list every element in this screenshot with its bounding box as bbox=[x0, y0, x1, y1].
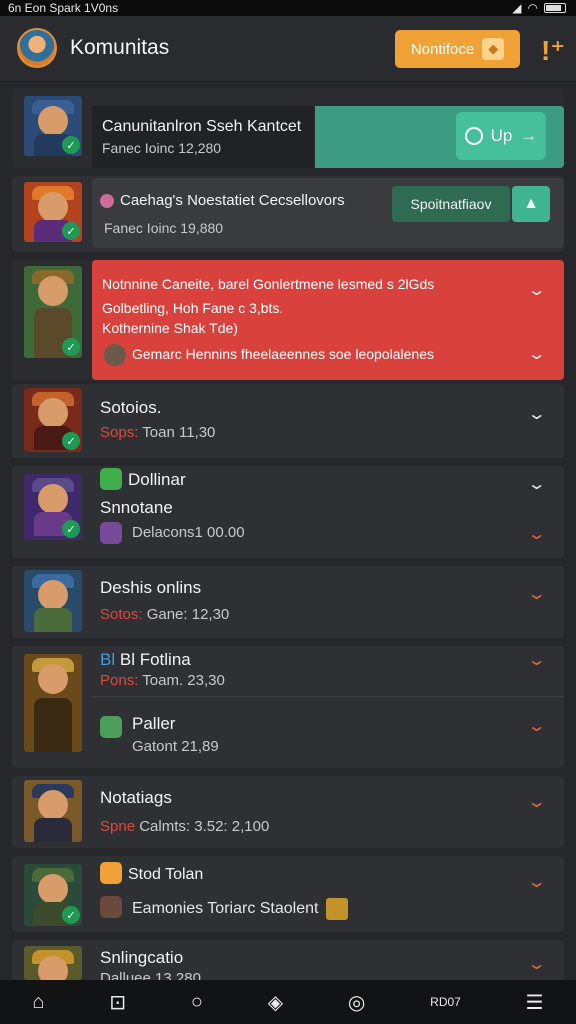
thumbnail-image bbox=[24, 780, 82, 842]
status-icons: ◢ ◠ bbox=[512, 1, 566, 15]
chevron-down-icon[interactable]: ⌄ bbox=[527, 280, 547, 300]
list-item[interactable]: Bl Bl Fotlina Pons: Toam. 23,30 Paller G… bbox=[12, 646, 564, 768]
home-icon[interactable]: ⌂ bbox=[32, 991, 44, 1014]
list-item[interactable]: Notatiags Spne Calmts: 3.52: 2,100 ⌄ bbox=[12, 776, 564, 848]
chevron-down-icon[interactable]: ⌄ bbox=[527, 792, 547, 812]
notifications-label: Nontifoce bbox=[410, 40, 475, 58]
item-subtitle: Sotos: Gane: 12,30 bbox=[100, 606, 230, 623]
chevron-down-icon[interactable]: ⌄ bbox=[527, 584, 547, 604]
status-text: 6n Eon Spark 1V0ns bbox=[8, 1, 119, 15]
tag-icon bbox=[100, 194, 114, 208]
alert-icon[interactable]: !⁺ bbox=[541, 34, 565, 67]
check-icon: ✓ bbox=[62, 906, 80, 924]
thumbnail-image bbox=[24, 654, 82, 752]
chevron-down-icon[interactable]: ⌄ bbox=[527, 650, 547, 670]
item-title: Stod Tolan bbox=[128, 866, 204, 883]
item-subtitle: Fanec Ioinc 19,880 bbox=[104, 220, 224, 236]
item-title-secondary: Paller bbox=[132, 714, 176, 733]
up-button[interactable]: Up → bbox=[456, 112, 546, 160]
item-line: Gemarc Hennins fheelaeennes soe leopolal… bbox=[132, 346, 434, 362]
thumbnail-image: ✓ bbox=[24, 266, 82, 358]
wifi-icon: ◠ bbox=[527, 1, 538, 15]
menu-icon[interactable]: ☰ bbox=[526, 990, 544, 1015]
alert-box-icon[interactable]: ⊡ bbox=[109, 990, 126, 1015]
app-header: Komunitas Nontifoce ◆ !⁺ bbox=[0, 16, 576, 82]
item-title: Dollinar bbox=[128, 470, 186, 489]
chevron-down-icon[interactable]: ⌄ bbox=[527, 404, 547, 424]
thumbnail-image: ✓ bbox=[24, 388, 82, 452]
item-line: Notnnine Caneite, barel Gonlertmene lesm… bbox=[102, 276, 435, 292]
item-line: Golbetling, Hoh Fane c 3,bts. bbox=[102, 300, 284, 316]
list-item[interactable]: ✓ Notnnine Caneite, barel Gonlertmene le… bbox=[12, 260, 564, 380]
list-item[interactable]: ✓ Stod Tolan Eamonies Toriarc Staolent ⌄ bbox=[12, 856, 564, 932]
list-item[interactable]: ✓ Caehag's Noestatiet Cecsellovors Fanec… bbox=[12, 176, 564, 252]
bell-icon: ◆ bbox=[482, 38, 505, 60]
item-line: Kothernine Shak Tde) bbox=[102, 320, 238, 336]
item-title: Canunitanlron Sseh Kantcet bbox=[102, 118, 302, 135]
game-icon bbox=[100, 468, 122, 490]
item-subtitle: Fanec Ioinc 12,280 bbox=[102, 140, 222, 156]
item-subtitle: Spne Calmts: 3.52: 2,100 bbox=[100, 818, 270, 835]
rank-label[interactable]: RD07 bbox=[430, 995, 461, 1009]
item-title-secondary: Snnotane bbox=[100, 498, 173, 517]
check-icon: ✓ bbox=[62, 520, 80, 538]
thumbnail-image: ✓ bbox=[24, 182, 82, 242]
coin-icon[interactable]: ◎ bbox=[348, 990, 365, 1015]
item-title: Sotoios. bbox=[100, 398, 162, 417]
chevron-down-icon[interactable]: ⌄ bbox=[527, 474, 547, 494]
item-subtitle: Delacons1 00.00 bbox=[132, 524, 245, 541]
check-icon: ✓ bbox=[62, 136, 80, 154]
badge-icon bbox=[326, 898, 348, 920]
up-label: Up bbox=[490, 126, 513, 145]
arrow-right-icon: → bbox=[520, 126, 538, 145]
item-subtitle-secondary: Gatont 21,89 bbox=[132, 738, 219, 755]
signal-icon: ◢ bbox=[512, 1, 522, 15]
list-item[interactable]: Deshis onlins Sotos: Gane: 12,30 ⌄ bbox=[12, 566, 564, 638]
item-title: Deshis onlins bbox=[100, 578, 202, 597]
thumbnail-image: ✓ bbox=[24, 96, 82, 156]
person-add-button[interactable]: ▲ bbox=[512, 186, 550, 222]
item-title: Caehag's Noestatiet Cecsellovors bbox=[120, 192, 345, 209]
list-item[interactable]: ✓ Canunitanlron Sseh Kantcet Fanec Ioinc… bbox=[12, 88, 564, 168]
person-add-icon: ▲ bbox=[523, 195, 539, 212]
chevron-down-icon[interactable]: ⌄ bbox=[527, 524, 547, 544]
item-subtitle: Sops: Toan 11,30 bbox=[100, 424, 216, 441]
spoint-label: Spoitnatfiaov bbox=[410, 196, 492, 212]
item-subtitle: Pons: Toam. 23,30 bbox=[100, 672, 225, 689]
item-subtitle: Dalluee 13,280 bbox=[100, 970, 201, 980]
page-title: Komunitas bbox=[70, 36, 170, 59]
item-title: Notatiags bbox=[100, 788, 172, 807]
notifications-button[interactable]: Nontifoce ◆ bbox=[395, 30, 520, 68]
item-title: Snlingcatio bbox=[100, 948, 184, 967]
battery-icon bbox=[544, 3, 566, 13]
item-subtitle: Eamonies Toriarc Staolent bbox=[132, 900, 319, 917]
check-icon: ✓ bbox=[62, 432, 80, 450]
thumbnail-image bbox=[24, 570, 82, 632]
spoint-button[interactable]: Spoitnatfiaov bbox=[392, 186, 510, 222]
list-item[interactable]: Snlingcatio Dalluee 13,280 ⌄ bbox=[12, 940, 564, 980]
list-item[interactable]: ✓ Sotoios. Sops: Toan 11,30 ⌄ bbox=[12, 384, 564, 458]
thumbnail-image: ✓ bbox=[24, 474, 82, 540]
map-icon[interactable]: ◈ bbox=[268, 990, 283, 1015]
chevron-down-icon[interactable]: ⌄ bbox=[527, 872, 547, 892]
chevron-down-icon[interactable]: ⌄ bbox=[527, 716, 547, 736]
circle-icon[interactable]: ○ bbox=[191, 991, 203, 1014]
thumbnail-image bbox=[24, 946, 82, 980]
avatar-icon bbox=[100, 896, 122, 918]
chevron-down-icon[interactable]: ⌄ bbox=[527, 954, 547, 974]
bottom-nav: ⌂ ⊡ ○ ◈ ◎ RD07 ☰ bbox=[0, 980, 576, 1024]
chevron-down-icon[interactable]: ⌄ bbox=[527, 344, 547, 364]
game-icon bbox=[100, 716, 122, 738]
game-icon bbox=[100, 862, 122, 884]
thumbnail-image: ✓ bbox=[24, 864, 82, 926]
item-title: Bl Bl Fotlina bbox=[100, 650, 191, 669]
circle-icon bbox=[464, 127, 483, 145]
mini-avatar bbox=[104, 344, 126, 366]
avatar-icon bbox=[100, 522, 122, 544]
check-icon: ✓ bbox=[62, 222, 80, 240]
avatar[interactable] bbox=[17, 28, 57, 68]
list-item[interactable]: ✓ Dollinar Snnotane Delacons1 00.00 ⌄ ⌄ bbox=[12, 466, 564, 558]
check-icon: ✓ bbox=[62, 338, 80, 356]
status-bar: 6n Eon Spark 1V0ns ◢ ◠ bbox=[0, 0, 576, 16]
